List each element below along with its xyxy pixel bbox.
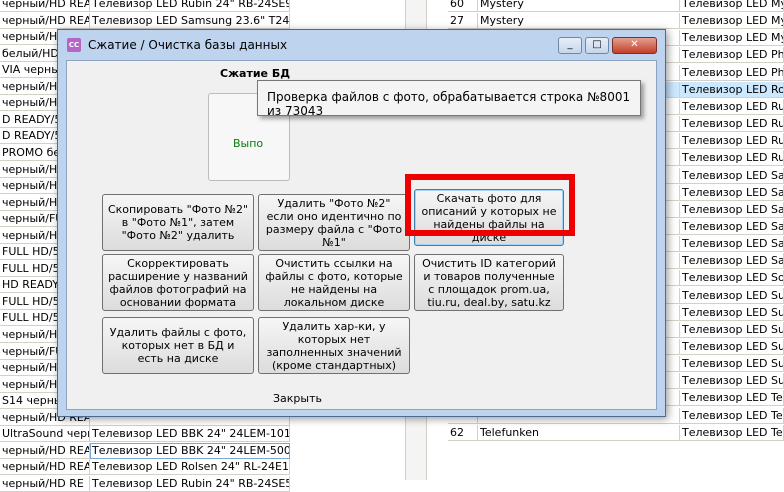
grid-cell[interactable]: Телевизор LED Sams [680, 168, 784, 184]
grid-cell[interactable]: Телевизор LED Sams [680, 202, 784, 218]
minimize-button[interactable]: _ [558, 37, 582, 54]
grid-cell[interactable]: Mystery [478, 13, 680, 29]
grid-cell[interactable]: 60 [448, 0, 478, 12]
grid-cell[interactable]: Телевизор LED Supra [680, 305, 784, 321]
grid-cell[interactable]: Телевизор LED Sams [680, 185, 784, 201]
grid-cell[interactable]: Телевизор LED Telef [680, 408, 784, 424]
grid-cell[interactable]: Телевизор LED Supra [680, 373, 784, 389]
delete-photo2-button[interactable]: Удалить "Фото №2" если оно идентично по … [258, 194, 410, 251]
grid-cell[interactable]: Телевизор LED Rubin [680, 150, 784, 166]
grid-cell[interactable]: Mystery [478, 0, 680, 12]
grid-cell[interactable]: Телевизор LED Rubin [680, 99, 784, 115]
grid-cell[interactable]: Телевизор LED Supra [680, 339, 784, 355]
window-title: Сжатие / Очистка базы данных [88, 38, 288, 52]
grid-cell[interactable]: 27 [448, 13, 478, 29]
grid-cell[interactable]: черный/HD READY/60Hz/ [0, 0, 90, 12]
grid-cell[interactable]: Телевизор LED Rolsen 24" RL-24E1504T2 [90, 459, 290, 475]
grid-cell[interactable]: Телевизор LED Sams [680, 253, 784, 269]
grid-cell[interactable]: черный/HD READY/ [0, 443, 90, 459]
app-icon: CC [67, 38, 81, 52]
fix-extension-button[interactable]: Скорректировать расширение у названий фа… [102, 254, 254, 311]
clear-links-button[interactable]: Очистить ссылки на файлы с фото, которые… [258, 254, 410, 311]
delete-specs-button[interactable]: Удалить хар-ки, у которых нет заполненны… [258, 317, 410, 374]
grid-cell[interactable]: Телевизор LED Samsung 23.6" T24E390E [90, 13, 290, 29]
grid-cell[interactable]: Телевизор LED BBK 24" 24LEM-1015/T2C [90, 426, 290, 442]
clear-ids-button[interactable]: Очистить ID категорий и товаров полученн… [414, 254, 564, 311]
compress-status-text: Выпо [233, 137, 264, 150]
grid-cell[interactable]: Телевизор LED Myst [680, 13, 784, 29]
grid-cell[interactable]: Телевизор LED Philip [680, 65, 784, 81]
grid-cell[interactable]: UltraSound черный/ [0, 426, 90, 442]
grid-cell[interactable]: Телевизор LED Sams [680, 219, 784, 235]
grid-cell[interactable]: Телевизор LED Telef [680, 390, 784, 406]
grid-cell[interactable]: Телевизор LED Rubin 24" RB-24SE5T2C ч [90, 476, 290, 492]
delete-files-button[interactable]: Удалить файлы с фото, которых нет в БД и… [102, 317, 254, 374]
progress-tooltip: Проверка файлов с фото, обрабатывается с… [257, 80, 641, 118]
grid-cell[interactable]: Телевизор LED Sony [680, 270, 784, 286]
grid-cell[interactable]: Телевизор LED Myst [680, 0, 784, 12]
copy-photo2-button[interactable]: Скопировать "Фото №2" в "Фото №1", затем… [102, 194, 254, 251]
maximize-button[interactable]: □ [585, 37, 609, 54]
grid-cell[interactable]: 62 [448, 425, 478, 441]
close-window-button[interactable]: ✕ [612, 37, 657, 54]
title-bar[interactable]: CC Сжатие / Очистка базы данных _ □ ✕ [58, 30, 665, 60]
grid-cell[interactable]: черный/HD READY/6 [0, 459, 90, 475]
close-button[interactable]: Закрыть [273, 392, 322, 405]
grid-cell[interactable]: Telefunken [478, 425, 680, 441]
grid-cell[interactable]: черный/HD RE [0, 476, 90, 492]
grid-cell[interactable]: Телевизор LED Rolsen [680, 82, 784, 98]
grid-cell[interactable]: Телевизор LED Rubin [680, 133, 784, 149]
grid-cell[interactable]: Телевизор LED Supra [680, 288, 784, 304]
grid-cell[interactable]: Телевизор LED Sams [680, 236, 784, 252]
grid-cell[interactable]: Телевизор LED Myst [680, 30, 784, 46]
grid-cell[interactable]: Телевизор LED Philip [680, 47, 784, 63]
grid-cell[interactable]: Телевизор LED Supra [680, 322, 784, 338]
grid-cell[interactable]: Телевизор LED Telef [680, 425, 784, 441]
grid-cell[interactable]: черный/HD READY [0, 13, 90, 29]
grid-cell[interactable]: Телевизор LED Supra [680, 356, 784, 372]
red-highlight-frame [405, 174, 575, 236]
grid-cell[interactable]: Телевизор LED BBK 24" 24LEM-5002/FT2C [90, 443, 290, 459]
grid-cell[interactable]: Телевизор LED Rubin [680, 116, 784, 132]
grid-cell[interactable]: Телевизор LED Rubin 24" RB-24SE9 черный [90, 0, 290, 12]
compress-group-title: Сжатие БД [218, 67, 292, 80]
